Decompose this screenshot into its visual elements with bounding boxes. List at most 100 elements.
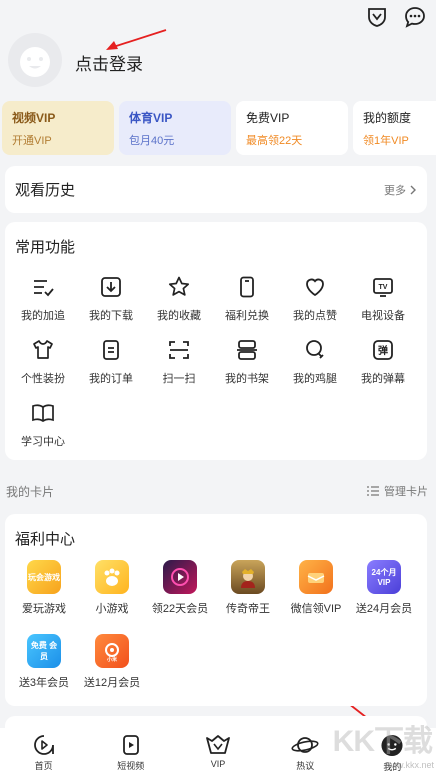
nav-label: VIP	[210, 759, 226, 769]
func-label: 我的收藏	[157, 310, 201, 322]
manage-cards-label: 管理卡片	[384, 486, 428, 498]
vip-card-subtitle: 最高领22天	[246, 135, 303, 147]
welfare-label: 微信领VIP	[290, 603, 342, 615]
vip-cards-row: 视频VIP 开通VIP 体育VIP 包月40元 免费VIP 最高领22天 我的额…	[2, 101, 436, 155]
nav-label: 我的	[383, 762, 402, 772]
section-title: 福利中心	[15, 531, 76, 548]
scan-icon	[145, 337, 213, 363]
danmaku-icon: 弹	[349, 337, 417, 363]
order-icon	[77, 337, 145, 363]
more-button[interactable]: 更多	[384, 182, 417, 198]
vip-card-title: 我的额度	[363, 111, 412, 125]
nav-hot[interactable]: 热议	[262, 728, 349, 773]
section-title: 常用功能	[15, 239, 76, 256]
watch-history-title: 观看历史	[15, 182, 76, 199]
welfare-label: 送24月会员	[355, 603, 413, 615]
welfare-item-minigame[interactable]: 小游戏	[76, 560, 148, 616]
welfare-label: 领22天会员	[151, 603, 209, 615]
func-label: 我的弹幕	[361, 373, 405, 385]
my-cards-title: 我的卡片	[6, 484, 55, 499]
bottom-nav: 首页 短视频 VIP 热议 我的	[0, 728, 436, 773]
paw-app-icon	[95, 560, 129, 594]
func-drumstick[interactable]: 我的鸡腿	[281, 337, 349, 386]
top-icons	[364, 4, 428, 30]
more-label: 更多	[384, 184, 406, 197]
bookshelf-icon	[213, 337, 281, 363]
manage-cards-button[interactable]: 管理卡片	[367, 483, 428, 499]
nav-vip[interactable]: VIP	[174, 728, 261, 773]
emperor-app-icon	[231, 560, 265, 594]
mi-app-icon: 小米	[95, 634, 129, 668]
nav-home[interactable]: 首页	[0, 728, 87, 773]
profile-header: 点击登录	[0, 0, 436, 98]
vip-card-quota[interactable]: 我的额度 领1年VIP	[353, 101, 436, 155]
nav-label: 短视频	[117, 761, 145, 771]
welfare-item-22day[interactable]: 领22天会员	[144, 560, 216, 616]
login-button[interactable]: 点击登录	[75, 50, 143, 75]
chevron-right-icon	[410, 185, 416, 194]
func-label: 电视设备	[361, 310, 405, 322]
nav-my[interactable]: 我的	[349, 728, 436, 773]
func-label: 福利兑换	[225, 310, 269, 322]
nav-short-video[interactable]: 短视频	[87, 728, 174, 773]
phone-redeem-icon	[213, 274, 281, 300]
vip-card-subtitle: 领1年VIP	[363, 135, 409, 147]
mi-icon-text: 小米	[107, 656, 118, 662]
func-redeem[interactable]: 福利兑换	[213, 274, 281, 323]
func-dressup[interactable]: 个性装扮	[9, 337, 77, 386]
func-bookshelf[interactable]: 我的书架	[213, 337, 281, 386]
func-scan[interactable]: 扫一扫	[145, 337, 213, 386]
func-collect[interactable]: 我的收藏	[145, 274, 213, 323]
heart-icon	[281, 274, 349, 300]
welfare-label: 传奇帝王	[226, 603, 270, 615]
message-icon[interactable]	[402, 4, 428, 30]
vip-card-title: 免费VIP	[246, 111, 290, 125]
welfare-item-emperor[interactable]: 传奇帝王	[212, 560, 284, 616]
welfare-item-24month[interactable]: 24个月 VIP 送24月会员	[348, 560, 420, 616]
download-icon	[77, 274, 145, 300]
vip-card-video[interactable]: 视频VIP 开通VIP	[2, 101, 114, 155]
func-label: 我的点赞	[293, 310, 337, 322]
home-play-icon	[33, 735, 54, 755]
vip-card-subtitle: 包月40元	[129, 135, 175, 147]
welfare-label: 小游戏	[95, 603, 129, 615]
welfare-item-12month[interactable]: 小米 送12月会员	[76, 634, 148, 690]
play-app-icon	[163, 560, 197, 594]
svg-text:TV: TV	[379, 284, 388, 291]
vip-shield-icon[interactable]	[364, 4, 390, 30]
short-video-icon	[122, 735, 139, 755]
profile-face-icon	[381, 734, 403, 757]
game-app-icon: 玩会游戏	[27, 560, 61, 594]
func-follow[interactable]: 我的加追	[9, 274, 77, 323]
func-learning[interactable]: 学习中心	[9, 400, 77, 449]
welfare-item-wechat-vip[interactable]: 微信领VIP	[280, 560, 352, 616]
func-like[interactable]: 我的点赞	[281, 274, 349, 323]
func-danmaku[interactable]: 弹 我的弹幕	[349, 337, 417, 386]
vip-card-free[interactable]: 免费VIP 最高领22天	[236, 101, 348, 155]
func-tv[interactable]: TV 电视设备	[349, 274, 417, 323]
watch-history-card[interactable]: 观看历史 更多	[5, 166, 427, 213]
drumstick-icon	[281, 337, 349, 363]
func-label: 个性装扮	[21, 373, 65, 385]
next-card-peek	[5, 716, 427, 728]
func-download[interactable]: 我的下载	[77, 274, 145, 323]
func-label: 扫一扫	[162, 373, 196, 385]
list-icon	[367, 486, 379, 496]
avatar[interactable]	[8, 33, 62, 87]
func-order[interactable]: 我的订单	[77, 337, 145, 386]
vip-card-title: 体育VIP	[129, 111, 173, 125]
follow-list-icon	[9, 274, 77, 300]
tv-icon: TV	[349, 274, 417, 300]
book-icon	[9, 400, 77, 426]
common-functions-card: 常用功能 我的加追 我的下载 我的收藏 福利兑换 我的点赞 TV 电视设备 个性…	[5, 222, 427, 460]
shirt-icon	[9, 337, 77, 363]
vip-card-sports[interactable]: 体育VIP 包月40元	[119, 101, 231, 155]
nav-label: 热议	[296, 761, 315, 771]
welfare-center-card: 福利中心 玩会游戏 爱玩游戏 小游戏 领22天会员 传奇帝王 微信领VIP 24…	[5, 514, 427, 706]
free-member-app-icon: 免费 会员	[27, 634, 61, 668]
welfare-item-3year[interactable]: 免费 会员 送3年会员	[8, 634, 80, 690]
func-label: 我的下载	[89, 310, 133, 322]
vip-card-subtitle: 开通VIP	[12, 135, 52, 147]
welfare-item-game[interactable]: 玩会游戏 爱玩游戏	[8, 560, 80, 616]
vip-card-title: 视频VIP	[12, 111, 56, 125]
